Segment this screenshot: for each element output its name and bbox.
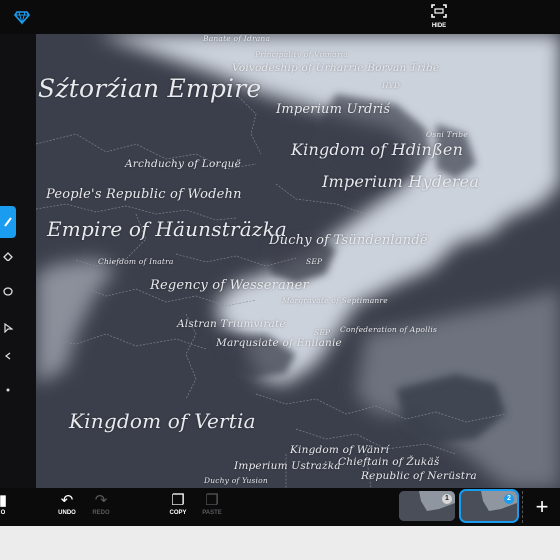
pen-icon <box>4 217 12 227</box>
page-badge-2: 2 <box>504 494 514 504</box>
undo-button[interactable]: ↶ UNDO <box>50 492 84 524</box>
map-label-septimanre: Margravate of Septimanre <box>282 296 388 305</box>
map-label-wanri: Kingdom of Wänrí <box>290 444 390 456</box>
hide-button[interactable]: HIDE <box>424 3 454 31</box>
map-label-apollis: Confederation of Apollis <box>340 325 437 334</box>
map-label-banate: Banate of Idrana <box>203 34 271 43</box>
map-label-osni: Osni Tribe <box>426 130 468 139</box>
tool-group <box>0 184 16 404</box>
dot-icon <box>6 388 10 392</box>
pointer-icon <box>4 323 13 333</box>
copy-label: COPY <box>169 510 187 516</box>
map-label-haunstrazka: Empire of Häunsträzka <box>47 217 288 241</box>
map-canvas[interactable]: Banate of Idrana Principality of Vinnari… <box>36 34 560 488</box>
map-label-zukas: Chieftain of Žukäš <box>338 456 440 468</box>
map-label-inatra: Chiefdom of Inatra <box>98 257 174 266</box>
hide-frame-icon <box>431 4 447 18</box>
map-label-sep-2: SEP <box>314 328 331 337</box>
map-label-hyd: HYD <box>382 81 401 90</box>
partial-icon: ▮ <box>0 492 8 509</box>
map-label-sep-1: SEP <box>306 257 323 266</box>
map-label-urdris: Imperium Urdriś <box>276 102 391 117</box>
map-label-wodehn: People's Republic of Wodehn <box>46 187 242 202</box>
copy-icon: ❐ <box>171 492 185 509</box>
map-label-wesseraner: Regency of Wesseraner <box>150 278 309 293</box>
pointer-tool-button[interactable] <box>0 318 16 338</box>
bottom-toolbar: ▮ O ↶ UNDO ↷ REDO ❐ COPY ❐ PASTE 1 2 <box>0 488 560 526</box>
redo-icon: ↷ <box>94 492 108 509</box>
redo-label: REDO <box>92 510 110 516</box>
map-label-ustrazka: Imperium Ustrażka <box>234 460 341 472</box>
redo-button[interactable]: ↷ REDO <box>84 492 118 524</box>
page-badge-1: 1 <box>442 494 452 504</box>
top-toolbar: HIDE <box>0 0 560 34</box>
copy-button[interactable]: ❐ COPY <box>161 492 195 524</box>
plus-icon: + <box>535 494 549 519</box>
bracket-tool-button[interactable] <box>0 346 16 366</box>
eraser-tool-button[interactable] <box>0 246 16 266</box>
map-label-vertia: Kingdom of Vertia <box>69 409 256 433</box>
map-label-principality: Principality of Vinnaria <box>255 50 348 59</box>
map-label-alstran: Alstran Triumvirate <box>177 318 286 330</box>
map-label-nerustra: Republic of Nerüstra <box>361 470 477 482</box>
paste-label: PASTE <box>202 510 222 516</box>
map-label-enilanie: Marqusiate of Enilanie <box>216 337 342 349</box>
left-partial-label: O <box>0 510 6 516</box>
bracket-icon <box>5 352 11 360</box>
page-thumbnail-1[interactable]: 1 <box>399 491 455 521</box>
undo-label: UNDO <box>58 510 76 516</box>
more-tools-button[interactable] <box>0 380 16 400</box>
map-label-voivodeship: Voivodeship of Urharrie Borvan Tribe <box>232 62 440 74</box>
paste-button[interactable]: ❐ PASTE <box>195 492 229 524</box>
pen-tool-button[interactable] <box>0 206 16 238</box>
map-label-hydera: Imperium Hyderea <box>322 172 480 191</box>
map-label-tsundenlande: Duchy of Tsündenlandë <box>269 233 428 248</box>
hide-label: HIDE <box>431 23 447 29</box>
gem-icon[interactable] <box>13 9 31 25</box>
eraser-icon <box>3 252 13 261</box>
left-partial-button[interactable]: ▮ O <box>0 492 20 524</box>
paste-icon: ❐ <box>205 492 219 509</box>
footer-strip <box>0 526 560 560</box>
lasso-icon <box>3 287 13 296</box>
undo-icon: ↶ <box>60 492 74 509</box>
page-thumbnail-2[interactable]: 2 <box>459 489 519 523</box>
map-label-yusion: Duchy of Yusion <box>204 476 268 485</box>
map-label-sztorzian: Sźtorźian Empire <box>38 74 262 103</box>
lasso-tool-button[interactable] <box>0 282 16 302</box>
map-label-lorque: Archduchy of Lorquë <box>125 158 241 170</box>
left-toolbar <box>0 34 36 488</box>
add-page-button[interactable]: + <box>522 491 560 523</box>
map-label-hdinssen: Kingdom of Hdinßen <box>291 140 464 159</box>
